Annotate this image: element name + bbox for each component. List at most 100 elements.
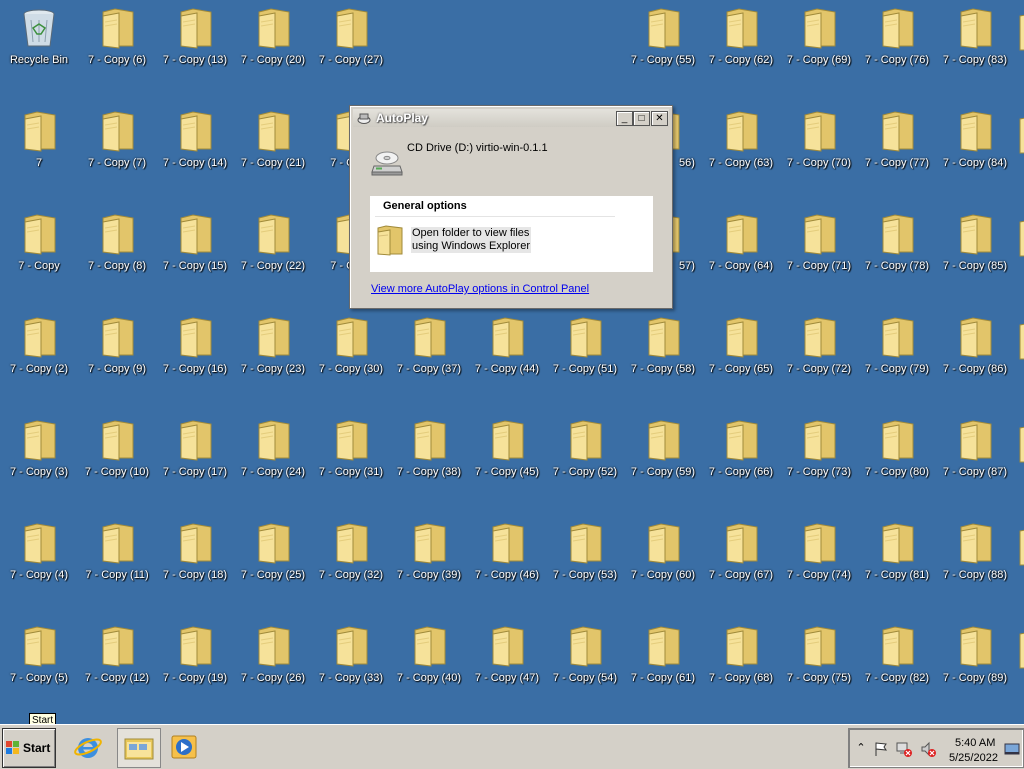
desktop-folder[interactable]: 7 - Copy (15): [156, 206, 234, 276]
desktop-folder[interactable]: 7 - Copy (32): [312, 515, 390, 585]
desktop-folder[interactable]: 7 - Copy (12): [78, 618, 156, 688]
desktop-folder[interactable]: 7 - Copy (25): [234, 515, 312, 585]
desktop-folder[interactable]: 7 - Copy (78): [858, 206, 936, 276]
desktop-folder[interactable]: 7 - Copy (54): [546, 618, 624, 688]
desktop-folder[interactable]: 7 - Copy (65): [702, 309, 780, 379]
desktop-folder[interactable]: 7 - Copy (37): [390, 309, 468, 379]
desktop-folder[interactable]: 7 - Copy (14): [156, 103, 234, 173]
desktop-folder[interactable]: 7 - Copy (22): [234, 206, 312, 276]
volume-muted-icon[interactable]: [920, 741, 936, 757]
desktop-folder[interactable]: 7 - Copy (8): [78, 206, 156, 276]
desktop-folder-partial[interactable]: [1017, 10, 1024, 54]
maximize-button[interactable]: □: [633, 111, 650, 126]
desktop-folder[interactable]: 7 - Copy (5): [0, 618, 78, 688]
desktop-folder[interactable]: 7 - Copy (66): [702, 412, 780, 482]
desktop-folder[interactable]: 7 - Copy (45): [468, 412, 546, 482]
desktop-folder[interactable]: 7 - Copy (87): [936, 412, 1014, 482]
desktop-folder[interactable]: 7 - Copy (39): [390, 515, 468, 585]
desktop-folder[interactable]: 7 - Copy (88): [936, 515, 1014, 585]
desktop-folder[interactable]: 7 - Copy (59): [624, 412, 702, 482]
desktop-folder[interactable]: 7 - Copy (7): [78, 103, 156, 173]
clock-time[interactable]: 5:40 AM: [955, 737, 995, 749]
desktop-folder[interactable]: 7 - Copy (47): [468, 618, 546, 688]
close-button[interactable]: ✕: [651, 111, 668, 126]
action-center-flag-icon[interactable]: [873, 741, 889, 757]
desktop-folder[interactable]: 7 - Copy (40): [390, 618, 468, 688]
desktop-folder[interactable]: 7 - Copy (44): [468, 309, 546, 379]
windows-explorer-button[interactable]: [117, 728, 161, 768]
desktop-folder[interactable]: 7 - Copy (51): [546, 309, 624, 379]
desktop-folder[interactable]: 7 - Copy (62): [702, 0, 780, 70]
desktop-folder[interactable]: 7 - Copy (3): [0, 412, 78, 482]
desktop-folder[interactable]: 7 - Copy: [0, 206, 78, 276]
desktop-folder[interactable]: 7 - Copy (19): [156, 618, 234, 688]
desktop-folder-partial[interactable]: [1017, 216, 1024, 260]
network-disconnected-icon[interactable]: [896, 741, 912, 757]
desktop-folder[interactable]: 7 - Copy (53): [546, 515, 624, 585]
desktop-folder[interactable]: 7 - Copy (55): [624, 0, 702, 70]
control-panel-link[interactable]: View more AutoPlay options in Control Pa…: [371, 283, 589, 295]
desktop-folder[interactable]: 7 - Copy (76): [858, 0, 936, 70]
media-player-button[interactable]: [166, 728, 202, 766]
desktop-folder-partial[interactable]: [1017, 113, 1024, 157]
desktop-folder[interactable]: 7 - Copy (46): [468, 515, 546, 585]
desktop-folder[interactable]: 7 - Copy (16): [156, 309, 234, 379]
desktop-folder[interactable]: 7 - Copy (67): [702, 515, 780, 585]
desktop-folder[interactable]: 7 - Copy (72): [780, 309, 858, 379]
desktop-folder[interactable]: 7 - Copy (33): [312, 618, 390, 688]
desktop-folder[interactable]: 7 - Copy (60): [624, 515, 702, 585]
desktop-folder[interactable]: 7 - Copy (17): [156, 412, 234, 482]
desktop-folder[interactable]: 7 - Copy (58): [624, 309, 702, 379]
desktop-folder[interactable]: 7 - Copy (63): [702, 103, 780, 173]
desktop-folder[interactable]: 7 - Copy (31): [312, 412, 390, 482]
desktop-folder[interactable]: 7 - Copy (52): [546, 412, 624, 482]
desktop-folder[interactable]: 7 - Copy (73): [780, 412, 858, 482]
desktop-folder[interactable]: 7 - Copy (74): [780, 515, 858, 585]
desktop-folder-partial[interactable]: [1017, 628, 1024, 672]
desktop-folder[interactable]: 7 - Copy (20): [234, 0, 312, 70]
desktop-folder[interactable]: 7 - Copy (24): [234, 412, 312, 482]
desktop-folder[interactable]: 7 - Copy (4): [0, 515, 78, 585]
desktop-folder[interactable]: 7 - Copy (70): [780, 103, 858, 173]
start-button[interactable]: Start: [2, 728, 56, 768]
recycle-bin-icon[interactable]: Recycle Bin: [0, 0, 78, 70]
desktop-folder[interactable]: 7 - Copy (21): [234, 103, 312, 173]
minimize-button[interactable]: _: [616, 111, 633, 126]
internet-explorer-button[interactable]: [70, 728, 106, 766]
desktop-folder-partial[interactable]: [1017, 319, 1024, 363]
desktop-folder[interactable]: 7 - Copy (61): [624, 618, 702, 688]
show-hidden-icons-button[interactable]: ⌃: [853, 741, 869, 757]
desktop-folder[interactable]: 7 - Copy (18): [156, 515, 234, 585]
desktop-folder[interactable]: 7 - Copy (2): [0, 309, 78, 379]
desktop-folder[interactable]: 7 - Copy (23): [234, 309, 312, 379]
desktop-folder[interactable]: 7 - Copy (83): [936, 0, 1014, 70]
desktop-folder[interactable]: 7 - Copy (89): [936, 618, 1014, 688]
desktop-folder[interactable]: 7 - Copy (79): [858, 309, 936, 379]
desktop-folder[interactable]: 7 - Copy (85): [936, 206, 1014, 276]
desktop-folder[interactable]: 7 - Copy (13): [156, 0, 234, 70]
desktop-folder[interactable]: 7 - Copy (10): [78, 412, 156, 482]
desktop-folder[interactable]: 7 - Copy (81): [858, 515, 936, 585]
desktop-folder[interactable]: 7 - Copy (26): [234, 618, 312, 688]
desktop-folder[interactable]: 7 - Copy (30): [312, 309, 390, 379]
desktop-folder[interactable]: 7 - Copy (71): [780, 206, 858, 276]
desktop-folder[interactable]: 7 - Copy (9): [78, 309, 156, 379]
desktop-folder[interactable]: 7: [0, 103, 78, 173]
desktop-folder[interactable]: 7 - Copy (86): [936, 309, 1014, 379]
desktop-folder[interactable]: 7 - Copy (82): [858, 618, 936, 688]
desktop-folder[interactable]: 7 - Copy (77): [858, 103, 936, 173]
desktop-folder[interactable]: 7 - Copy (68): [702, 618, 780, 688]
desktop-folder[interactable]: 7 - Copy (27): [312, 0, 390, 70]
desktop-folder[interactable]: 7 - Copy (64): [702, 206, 780, 276]
autoplay-titlebar[interactable]: AutoPlay _ □ ✕: [353, 109, 669, 127]
desktop-folder-partial[interactable]: [1017, 525, 1024, 569]
desktop-folder[interactable]: 7 - Copy (75): [780, 618, 858, 688]
desktop-folder[interactable]: 7 - Copy (84): [936, 103, 1014, 173]
desktop-folder[interactable]: 7 - Copy (6): [78, 0, 156, 70]
show-desktop-icon[interactable]: [1004, 741, 1020, 757]
desktop-folder-partial[interactable]: [1017, 422, 1024, 466]
clock-date[interactable]: 5/25/2022: [949, 752, 998, 764]
desktop-folder[interactable]: 7 - Copy (80): [858, 412, 936, 482]
desktop-folder[interactable]: 7 - Copy (69): [780, 0, 858, 70]
desktop-folder[interactable]: 7 - Copy (11): [78, 515, 156, 585]
